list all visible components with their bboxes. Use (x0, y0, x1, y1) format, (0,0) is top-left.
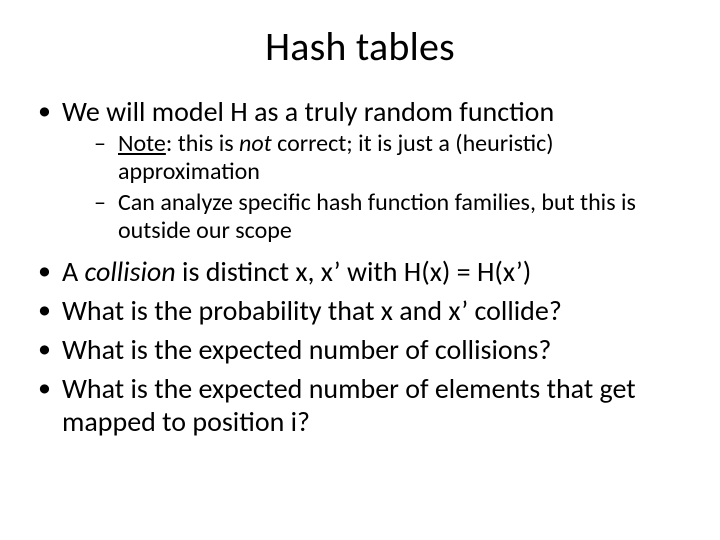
bullet-5: What is the expected number of elements … (36, 372, 684, 438)
slide-title: Hash tables (36, 22, 684, 71)
b2-collision: collision (85, 254, 176, 289)
sub-bullet-1: Note: this is not correct; it is just a … (62, 130, 684, 187)
sub1-not: not (239, 129, 272, 158)
b3-text: What is the probability that x and x’ co… (62, 293, 562, 328)
b2-pre: A (62, 254, 85, 289)
b5-text: What is the expected number of elements … (62, 371, 636, 439)
bullet-4: What is the expected number of collision… (36, 333, 684, 366)
b4-text: What is the expected number of collision… (62, 332, 551, 367)
bullet-3: What is the probability that x and x’ co… (36, 294, 684, 327)
b2-post: is distinct x, x’ with H(x) = H(x’) (176, 254, 532, 289)
slide: Hash tables We will model H as a truly r… (0, 0, 720, 540)
bullet-2: A collision is distinct x, x’ with H(x) … (36, 255, 684, 288)
sub1-note: Note (118, 129, 166, 158)
bullet-list: We will model H as a truly random functi… (36, 95, 684, 438)
sub-list-1: Note: this is not correct; it is just a … (62, 130, 684, 245)
bullet-1: We will model H as a truly random functi… (36, 95, 684, 245)
sub2-text: Can analyze specific hash function famil… (118, 188, 636, 245)
sub1-mid: : this is (166, 129, 239, 158)
bullet-1-text: We will model H as a truly random functi… (62, 94, 554, 129)
sub-bullet-2: Can analyze specific hash function famil… (62, 189, 684, 246)
